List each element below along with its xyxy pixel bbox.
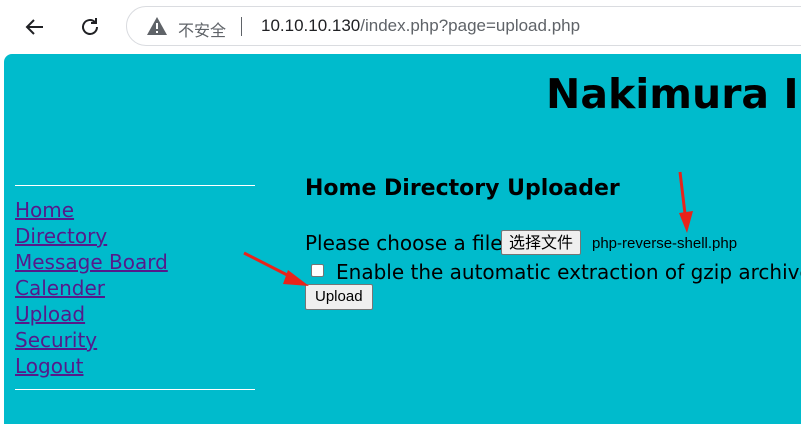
- reload-button[interactable]: [73, 10, 107, 44]
- back-arrow-icon: [25, 19, 43, 35]
- sidebar-divider-bottom: [15, 389, 255, 390]
- address-separator: [241, 17, 242, 36]
- sidebar-item-home[interactable]: Home: [15, 198, 74, 222]
- gzip-extract-checkbox[interactable]: [311, 264, 324, 277]
- reload-icon: [82, 18, 98, 35]
- browser-toolbar: 不安全 10.10.10.130/index.php?page=upload.p…: [0, 0, 801, 54]
- choose-file-label: Please choose a file:: [305, 231, 510, 255]
- warning-triangle-icon[interactable]: [146, 16, 168, 36]
- sidebar-item-security[interactable]: Security: [15, 328, 97, 352]
- page-content: Nakimura Ind Home Directory Message Boar…: [4, 54, 801, 424]
- sidebar-item-calender[interactable]: Calender: [15, 276, 105, 300]
- sidebar-item-logout[interactable]: Logout: [15, 354, 83, 378]
- url-text[interactable]: 10.10.10.130/index.php?page=upload.php: [261, 16, 580, 36]
- url-path: /index.php?page=upload.php: [360, 16, 581, 35]
- security-status[interactable]: 不安全: [178, 17, 226, 41]
- uploader-title: Home Directory Uploader: [305, 176, 620, 201]
- back-button[interactable]: [18, 10, 52, 44]
- choose-file-button[interactable]: 选择文件: [501, 230, 582, 255]
- url-host: 10.10.10.130: [261, 16, 361, 35]
- sidebar-divider-top: [15, 185, 255, 186]
- sidebar-item-upload[interactable]: Upload: [15, 302, 85, 326]
- sidebar-item-message-board[interactable]: Message Board: [15, 250, 168, 274]
- upload-button[interactable]: Upload: [305, 284, 373, 310]
- sidebar-menu: Home Directory Message Board Calender Up…: [15, 197, 168, 379]
- site-title: Nakimura Ind: [546, 70, 801, 118]
- selected-file-name: php-reverse-shell.php: [592, 235, 738, 252]
- sidebar-item-directory[interactable]: Directory: [15, 224, 107, 248]
- gzip-extract-label[interactable]: Enable the automatic extraction of gzip …: [336, 260, 801, 284]
